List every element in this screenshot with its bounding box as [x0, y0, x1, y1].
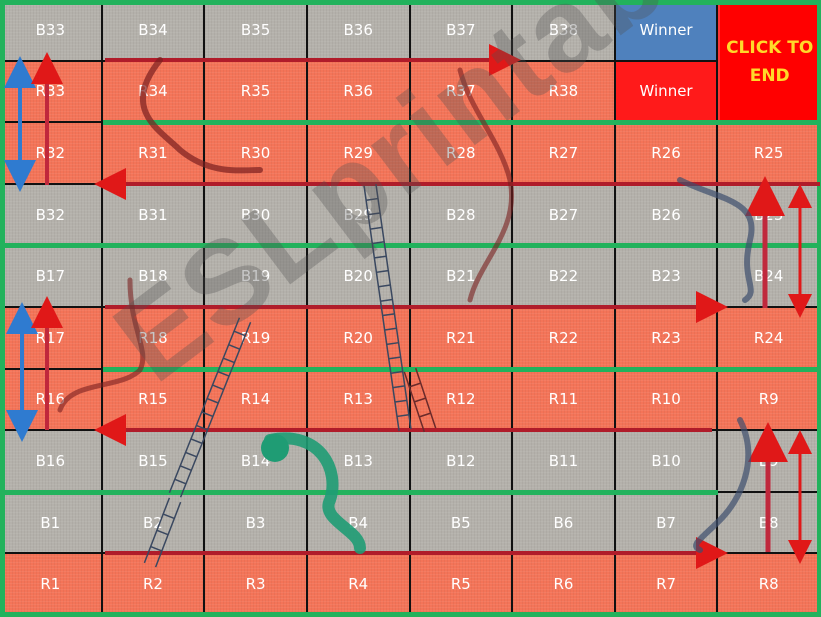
- green-separator: [0, 0, 821, 5]
- board-square-b38[interactable]: B38: [513, 0, 616, 62]
- board-square-b30[interactable]: B30: [205, 184, 308, 247]
- board-square-b2[interactable]: B2: [102, 492, 206, 555]
- board-square-r4[interactable]: R4: [307, 554, 411, 616]
- board-square-b22[interactable]: B22: [513, 246, 616, 308]
- green-separator: [0, 243, 821, 249]
- board-square-b17[interactable]: B17: [0, 246, 103, 308]
- board-square-b3[interactable]: B3: [205, 492, 308, 555]
- board-square-b18[interactable]: B18: [102, 246, 206, 308]
- board-square-r16[interactable]: R16: [0, 369, 103, 432]
- board-square-b7[interactable]: B7: [615, 492, 719, 555]
- board-square-r18[interactable]: R18: [102, 308, 206, 370]
- board-square-r1[interactable]: R1: [0, 554, 103, 616]
- green-border: [817, 0, 821, 616]
- board-square-b19[interactable]: B19: [205, 246, 308, 308]
- board-square-b33[interactable]: B33: [0, 0, 103, 62]
- board-square-r8[interactable]: R8: [718, 554, 821, 616]
- winner-red-cell[interactable]: Winner: [615, 61, 719, 124]
- board-square-b24[interactable]: B24: [718, 246, 821, 308]
- click-to-end-button[interactable]: CLICK TO END: [718, 0, 821, 124]
- board-square-r11[interactable]: R11: [513, 369, 616, 432]
- board-square-r24[interactable]: R24: [718, 308, 821, 370]
- board-square-b16[interactable]: B16: [0, 431, 103, 493]
- board-square-b20[interactable]: B20: [307, 246, 411, 308]
- board-square-r25[interactable]: R25: [718, 123, 821, 185]
- board-square-r15[interactable]: R15: [102, 369, 206, 432]
- board-square-r31[interactable]: R31: [102, 123, 206, 185]
- board-square-r32[interactable]: R32: [0, 123, 103, 185]
- board-square-b8[interactable]: B8: [718, 492, 821, 555]
- board-square-r19[interactable]: R19: [205, 308, 308, 370]
- board-square-b36[interactable]: B36: [307, 0, 411, 62]
- board-square-b5[interactable]: B5: [410, 492, 514, 555]
- board-square-b29[interactable]: B29: [307, 184, 411, 247]
- board-square-r12[interactable]: R12: [410, 369, 514, 432]
- board-square-r35[interactable]: R35: [205, 61, 308, 124]
- board-square-b11[interactable]: B11: [513, 431, 616, 493]
- board-square-r7[interactable]: R7: [615, 554, 719, 616]
- board-square-b28[interactable]: B28: [410, 184, 514, 247]
- board-square-r17[interactable]: R17: [0, 308, 103, 370]
- board-square-r33[interactable]: R33: [0, 61, 103, 124]
- board-square-r2[interactable]: R2: [102, 554, 206, 616]
- green-separator: [0, 489, 719, 495]
- game-board: B33 B34 B35 B36 B37 B38 Winner CLICK TO END R33 R…: [0, 0, 821, 617]
- green-border: [0, 0, 5, 616]
- board-square-b26[interactable]: B26: [615, 184, 719, 247]
- board-square-r37[interactable]: R37: [410, 61, 514, 124]
- board-square-r22[interactable]: R22: [513, 308, 616, 370]
- board-square-b21[interactable]: B21: [410, 246, 514, 308]
- board-square-b27[interactable]: B27: [513, 184, 616, 247]
- board-square-r34[interactable]: R34: [102, 61, 206, 124]
- board-square-b9[interactable]: B9: [718, 431, 821, 493]
- board-square-b4[interactable]: B4: [307, 492, 411, 555]
- board-square-r9[interactable]: R9: [718, 369, 821, 432]
- board-square-b12[interactable]: B12: [410, 431, 514, 493]
- board-square-r36[interactable]: R36: [307, 61, 411, 124]
- board-square-r6[interactable]: R6: [513, 554, 616, 616]
- board-square-r29[interactable]: R29: [307, 123, 411, 185]
- board-square-r38[interactable]: R38: [513, 61, 616, 124]
- board-square-b31[interactable]: B31: [102, 184, 206, 247]
- board-square-b1[interactable]: B1: [0, 492, 103, 555]
- board-square-r30[interactable]: R30: [205, 123, 308, 185]
- green-separator: [102, 120, 821, 126]
- board-square-b32[interactable]: B32: [0, 184, 103, 247]
- board-square-r3[interactable]: R3: [205, 554, 308, 616]
- board-square-b25[interactable]: B25: [718, 184, 821, 247]
- board-square-r14[interactable]: R14: [205, 369, 308, 432]
- board-square-b14[interactable]: B14: [205, 431, 308, 493]
- board-square-b15[interactable]: B15: [102, 431, 206, 493]
- board-square-b6[interactable]: B6: [513, 492, 616, 555]
- board-square-r23[interactable]: R23: [615, 308, 719, 370]
- board-square-b13[interactable]: B13: [307, 431, 411, 493]
- board-square-r10[interactable]: R10: [615, 369, 719, 432]
- board-square-b34[interactable]: B34: [102, 0, 206, 62]
- board-square-r21[interactable]: R21: [410, 308, 514, 370]
- board-square-r28[interactable]: R28: [410, 123, 514, 185]
- board-square-b10[interactable]: B10: [615, 431, 719, 493]
- board-square-r26[interactable]: R26: [615, 123, 719, 185]
- green-separator: [0, 612, 821, 617]
- board-square-b23[interactable]: B23: [615, 246, 719, 308]
- board-square-r5[interactable]: R5: [410, 554, 514, 616]
- board-square-b37[interactable]: B37: [410, 0, 514, 62]
- board-square-b35[interactable]: B35: [205, 0, 308, 62]
- board-square-r20[interactable]: R20: [307, 308, 411, 370]
- board-square-r27[interactable]: R27: [513, 123, 616, 185]
- winner-blue-cell[interactable]: Winner: [615, 0, 719, 62]
- green-separator: [102, 366, 821, 372]
- board-square-r13[interactable]: R13: [307, 369, 411, 432]
